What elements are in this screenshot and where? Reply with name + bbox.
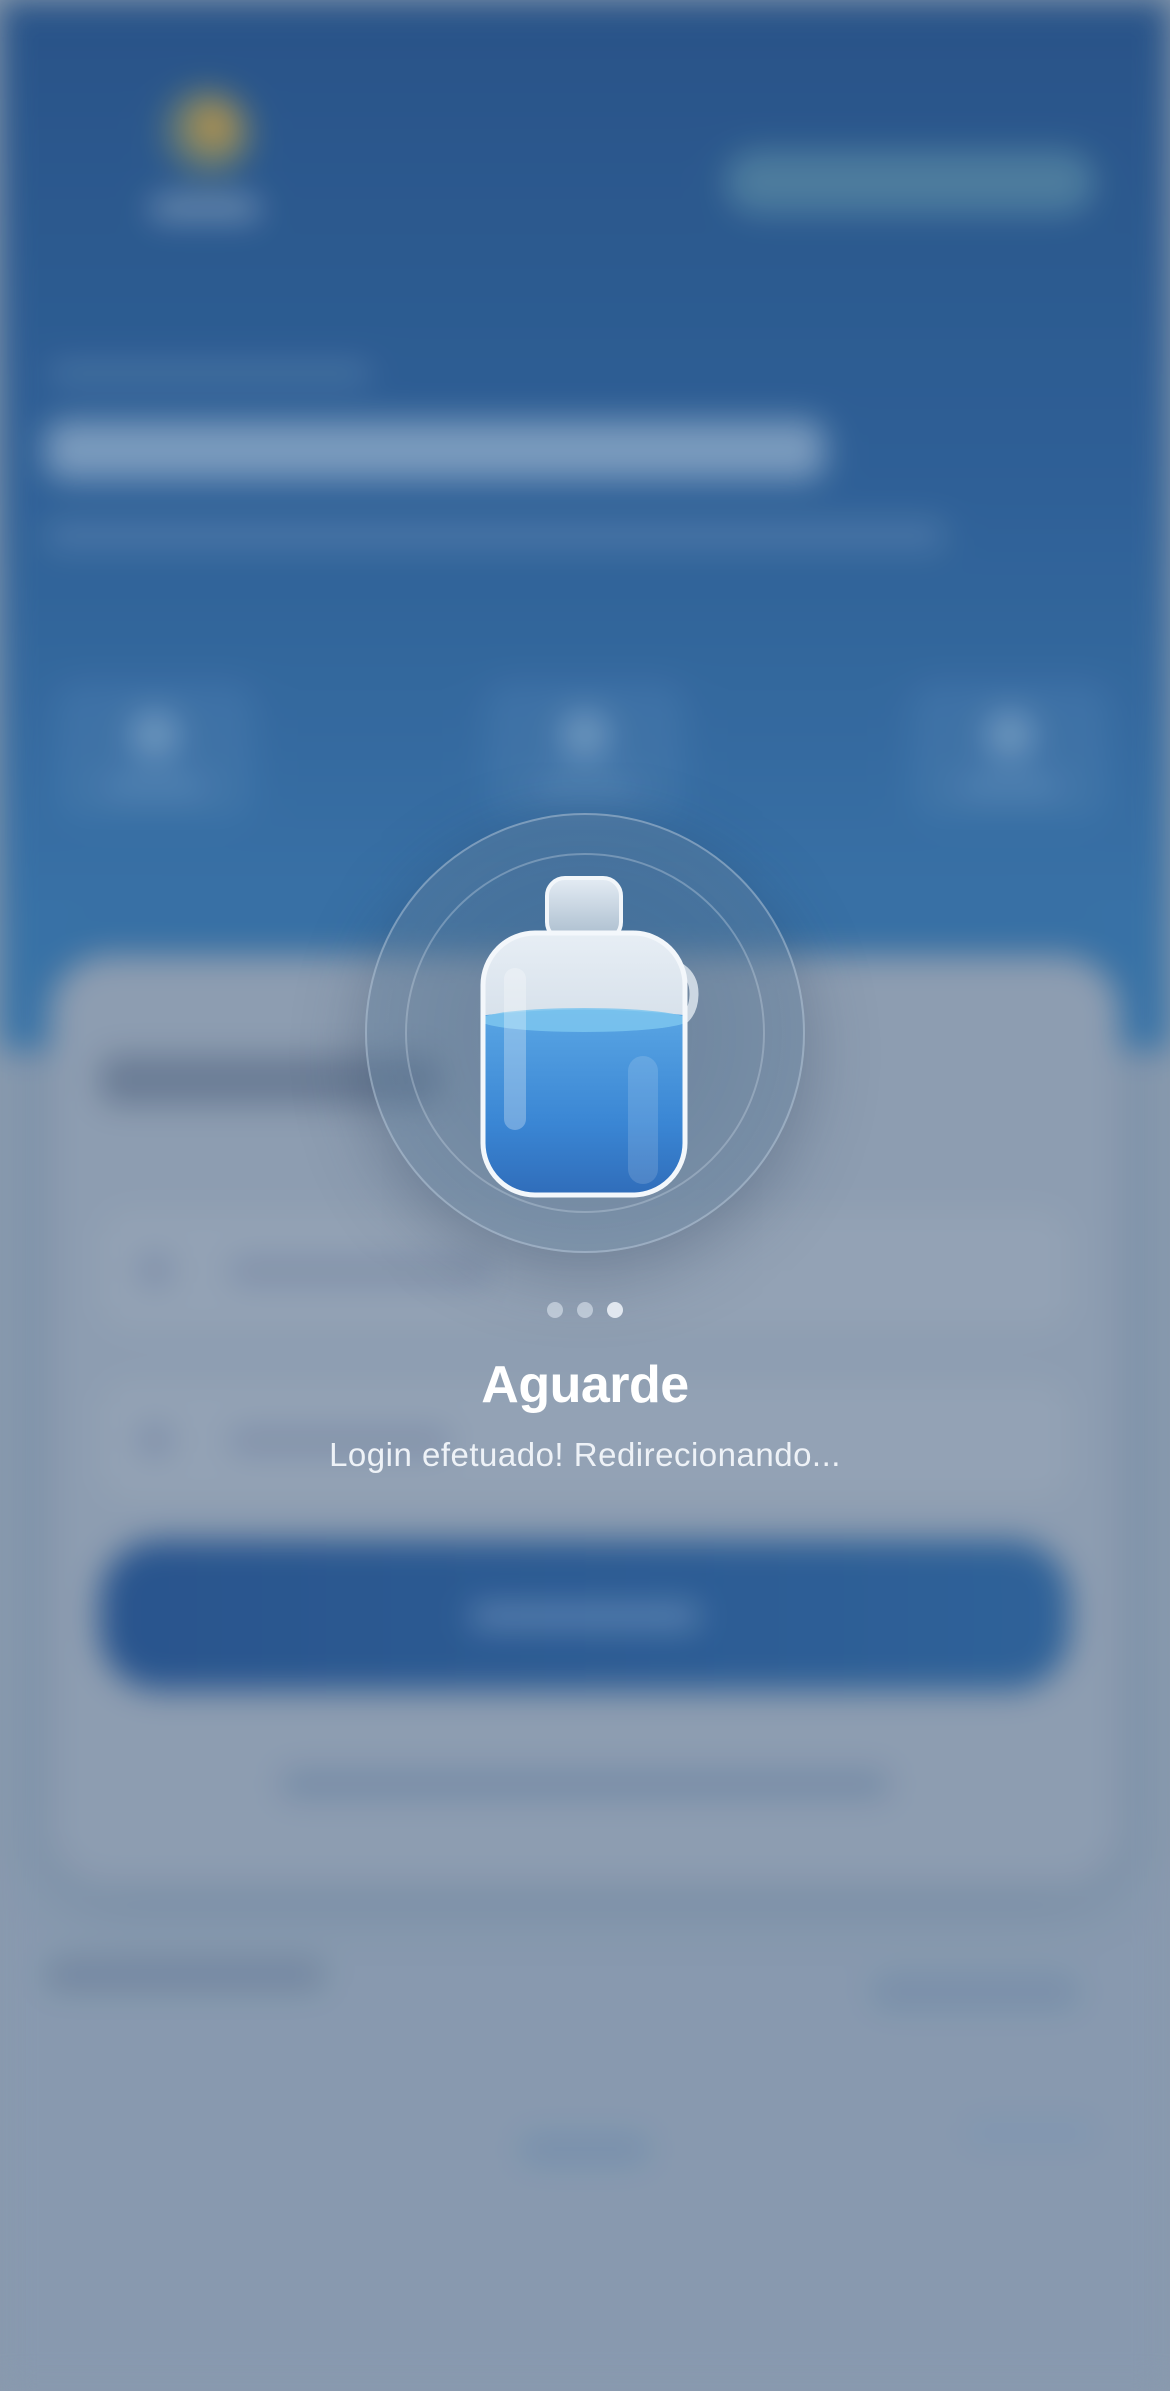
- loader-status-message: Login efetuado! Redirecionando...: [329, 1436, 841, 1473]
- loading-overlay: Aguarde Login efetuado! Redirecionando..…: [0, 0, 1170, 2391]
- loader-title: Aguarde: [481, 1356, 689, 1414]
- loading-progress-dots: [0, 1302, 1170, 1322]
- water-jug-icon: [470, 870, 710, 1200]
- progress-dot-active: [607, 1302, 623, 1318]
- progress-dot: [577, 1302, 593, 1318]
- progress-dot: [547, 1302, 563, 1318]
